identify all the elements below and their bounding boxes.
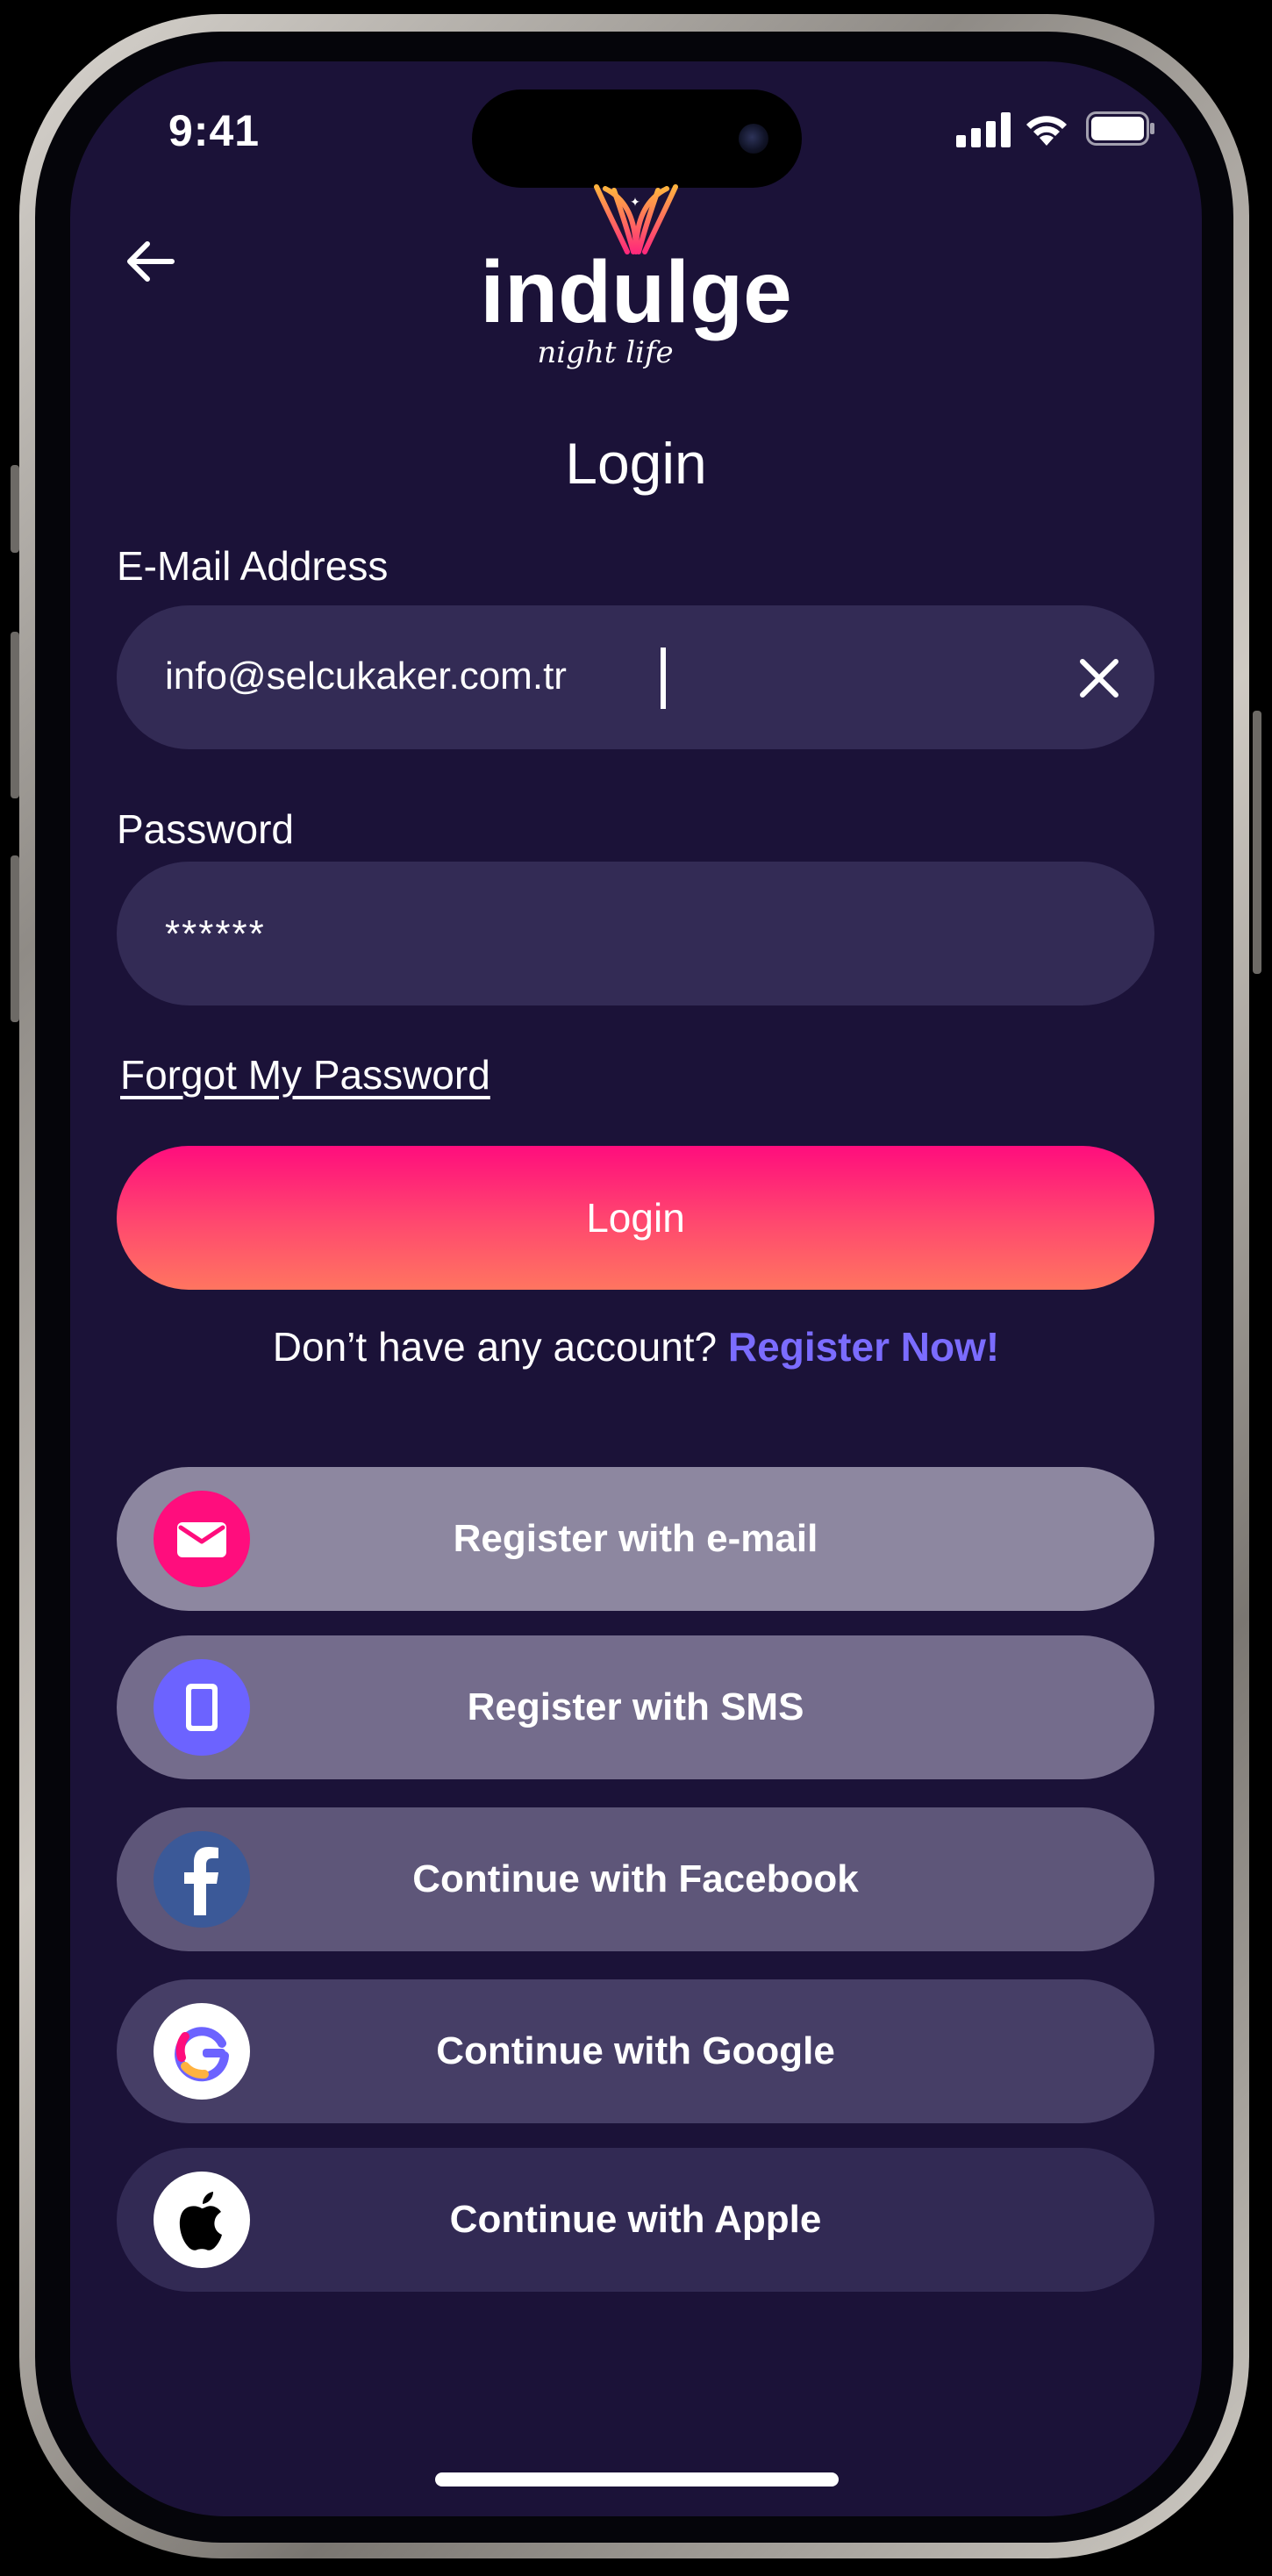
continue-google-button[interactable]: Continue with Google [117, 1979, 1154, 2123]
login-button[interactable]: Login [117, 1146, 1154, 1290]
password-value: ****** [165, 912, 266, 955]
back-arrow-icon[interactable] [123, 233, 179, 290]
text-caret [661, 648, 666, 709]
battery-icon [1086, 111, 1154, 146]
cellular-signal-icon [956, 112, 1011, 147]
status-time: 9:41 [168, 106, 261, 155]
social-button-label: Register with e-mail [453, 1517, 818, 1560]
register-now-link[interactable]: Register Now! [728, 1324, 999, 1370]
page-title: Login [565, 431, 707, 496]
forgot-password-link[interactable]: Forgot My Password [120, 1051, 490, 1098]
password-label: Password [117, 806, 294, 852]
email-value: info@selcukaker.com.tr [165, 655, 567, 698]
power-button [1253, 711, 1261, 974]
wifi-icon [1026, 116, 1067, 146]
register-prompt-text: Don’t have any account? [272, 1324, 718, 1370]
continue-apple-button[interactable]: Continue with Apple [117, 2148, 1154, 2292]
register-email-button[interactable]: Register with e-mail [117, 1467, 1154, 1611]
social-button-label: Register with SMS [467, 1685, 804, 1728]
social-button-label: Continue with Apple [449, 2198, 822, 2241]
svg-text:✦: ✦ [630, 196, 640, 210]
indulge-logo: ✦ indulge night life [480, 184, 792, 370]
volume-down-button [11, 855, 19, 1022]
continue-facebook-button[interactable]: Continue with Facebook [117, 1807, 1154, 1951]
logo-tagline: night life [537, 335, 673, 370]
social-button-label: Continue with Google [436, 2029, 835, 2072]
front-camera [739, 124, 768, 154]
email-label: E-Mail Address [117, 543, 389, 589]
logo-wordmark: indulge [480, 243, 792, 341]
home-indicator[interactable] [435, 2472, 839, 2487]
register-prompt: Don’t have any account? Register Now! [0, 1323, 1272, 1370]
volume-up-button [11, 632, 19, 798]
password-field[interactable] [117, 862, 1154, 1005]
login-button-label: Login [586, 1195, 685, 1241]
social-button-label: Continue with Facebook [412, 1857, 859, 1900]
register-sms-button[interactable]: Register with SMS [117, 1635, 1154, 1779]
clear-icon[interactable] [1077, 656, 1121, 700]
